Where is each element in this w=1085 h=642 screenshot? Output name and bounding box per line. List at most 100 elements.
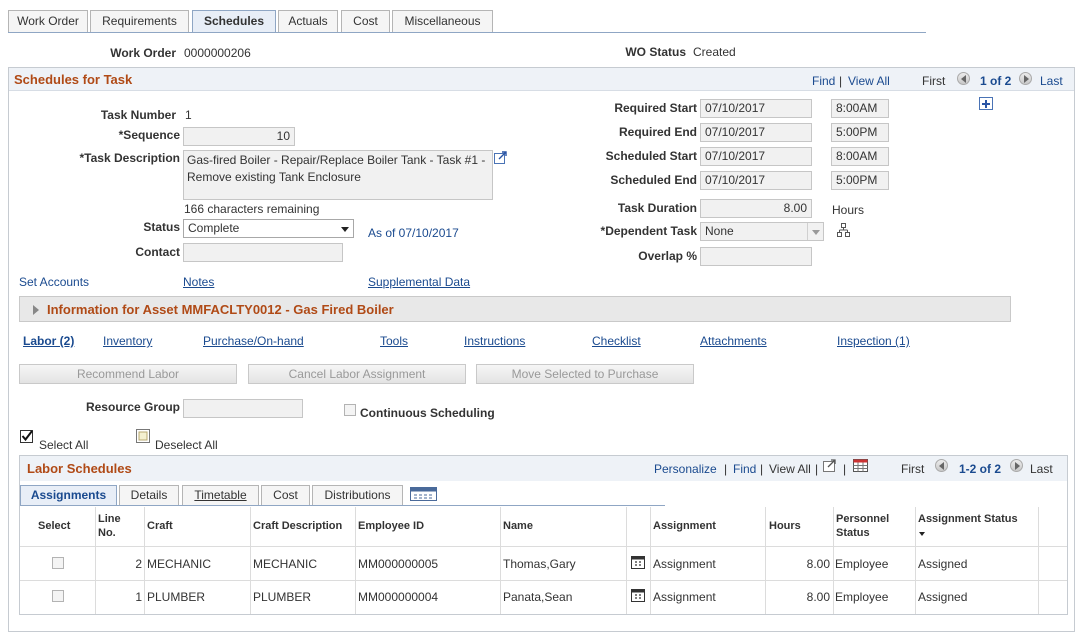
tab-schedules[interactable]: Schedules bbox=[192, 10, 276, 33]
grid-tab-distributions[interactable]: Distributions bbox=[312, 485, 403, 505]
tab-cost[interactable]: Cost bbox=[341, 10, 390, 32]
tab-requirements[interactable]: Requirements bbox=[90, 10, 189, 32]
next-arrow-icon[interactable] bbox=[1010, 459, 1023, 472]
row-select-checkbox[interactable] bbox=[52, 557, 64, 569]
first-label: First bbox=[922, 74, 946, 88]
expand-text-icon[interactable] bbox=[494, 151, 508, 164]
hours-cell: 8.00 bbox=[806, 590, 830, 604]
dependent-task-value: None bbox=[705, 224, 734, 238]
labor-link[interactable]: Labor (2) bbox=[23, 334, 74, 348]
contact-field[interactable] bbox=[183, 243, 343, 262]
select-all-icon[interactable] bbox=[20, 429, 36, 444]
grid-tab-cost[interactable]: Cost bbox=[261, 485, 310, 505]
instructions-link[interactable]: Instructions bbox=[464, 334, 525, 348]
grid-tab-assignments[interactable]: Assignments bbox=[20, 485, 117, 505]
dependent-task-dropdown[interactable]: None bbox=[700, 222, 824, 241]
find-link[interactable]: Find bbox=[812, 74, 835, 88]
scheduled-end-time[interactable]: 5:00PM bbox=[831, 171, 889, 190]
attachments-link[interactable]: Attachments bbox=[700, 334, 767, 348]
task-duration-field[interactable]: 8.00 bbox=[700, 199, 812, 218]
select-all-label[interactable]: Select All bbox=[39, 438, 88, 452]
column-personnel-status-1[interactable]: Personnel bbox=[836, 513, 889, 526]
sequence-field[interactable]: 10 bbox=[183, 127, 295, 146]
move-selected-to-purchase-button[interactable]: Move Selected to Purchase bbox=[476, 364, 694, 384]
recommend-labor-button[interactable]: Recommend Labor bbox=[19, 364, 237, 384]
supplemental-data-link[interactable]: Supplemental Data bbox=[368, 275, 470, 289]
add-row-icon[interactable] bbox=[979, 97, 993, 110]
wo-status-value: Created bbox=[693, 45, 736, 59]
column-craft[interactable]: Craft bbox=[147, 520, 173, 533]
scheduled-start-date[interactable]: 07/10/2017 bbox=[700, 147, 812, 166]
cancel-labor-assignment-button[interactable]: Cancel Labor Assignment bbox=[248, 364, 466, 384]
asset-info-bar[interactable]: Information for Asset MMFACLTY0012 - Gas… bbox=[19, 296, 1011, 322]
previous-arrow-icon[interactable] bbox=[957, 72, 970, 85]
status-value: Complete bbox=[188, 221, 240, 235]
continuous-scheduling-checkbox[interactable] bbox=[344, 404, 356, 416]
tab-work-order[interactable]: Work Order bbox=[8, 10, 88, 32]
inspection-link[interactable]: Inspection (1) bbox=[837, 334, 910, 348]
next-arrow-icon[interactable] bbox=[1019, 72, 1032, 85]
deselect-all-label[interactable]: Deselect All bbox=[155, 438, 218, 452]
column-name[interactable]: Name bbox=[503, 520, 533, 533]
show-all-columns-icon[interactable] bbox=[410, 487, 438, 502]
required-start-date[interactable]: 07/10/2017 bbox=[700, 99, 812, 118]
required-start-time[interactable]: 8:00AM bbox=[831, 99, 889, 118]
scheduled-end-date[interactable]: 07/10/2017 bbox=[700, 171, 812, 190]
separator: | bbox=[839, 74, 843, 88]
task-number-label: Task Number bbox=[100, 108, 176, 122]
column-personnel-status-2[interactable]: Status bbox=[836, 527, 870, 540]
sort-descending-icon[interactable] bbox=[919, 532, 925, 536]
deselect-all-icon[interactable] bbox=[136, 429, 151, 444]
column-assignment-status[interactable]: Assignment Status bbox=[918, 513, 1018, 526]
required-end-date[interactable]: 07/10/2017 bbox=[700, 123, 812, 142]
craft-description-cell: PLUMBER bbox=[253, 590, 312, 604]
view-all-link[interactable]: View All bbox=[769, 462, 811, 476]
first-label: First bbox=[901, 462, 925, 476]
notes-link[interactable]: Notes bbox=[183, 275, 214, 289]
column-craft-description[interactable]: Craft Description bbox=[253, 520, 342, 533]
collapse-arrow-icon[interactable] bbox=[33, 305, 39, 315]
column-hours[interactable]: Hours bbox=[769, 520, 801, 533]
column-employee-id[interactable]: Employee ID bbox=[358, 520, 424, 533]
column-divider bbox=[915, 507, 916, 614]
hierarchy-icon[interactable] bbox=[837, 223, 851, 237]
view-all-link[interactable]: View All bbox=[848, 74, 890, 88]
column-divider bbox=[1038, 507, 1039, 614]
row-divider bbox=[20, 580, 1067, 581]
column-select: Select bbox=[38, 520, 71, 532]
grid-tab-details[interactable]: Details bbox=[119, 485, 179, 505]
tab-actuals[interactable]: Actuals bbox=[278, 10, 338, 32]
task-description-field[interactable]: Gas-fired Boiler - Repair/Replace Boiler… bbox=[183, 150, 493, 200]
required-end-time[interactable]: 5:00PM bbox=[831, 123, 889, 142]
set-accounts-link[interactable]: Set Accounts bbox=[19, 275, 89, 289]
calendar-icon[interactable] bbox=[631, 555, 646, 570]
tools-link[interactable]: Tools bbox=[380, 334, 408, 348]
resource-group-field[interactable] bbox=[183, 399, 303, 418]
characters-remaining: 166 characters remaining bbox=[184, 202, 320, 216]
tab-bar-underline bbox=[8, 32, 926, 33]
inventory-link[interactable]: Inventory bbox=[103, 334, 152, 348]
download-grid-icon[interactable] bbox=[853, 459, 869, 473]
schedules-for-task-title: Schedules for Task bbox=[14, 72, 133, 87]
column-divider bbox=[500, 507, 501, 614]
scheduled-start-time[interactable]: 8:00AM bbox=[831, 147, 889, 166]
column-assignment[interactable]: Assignment bbox=[653, 520, 716, 533]
column-divider bbox=[355, 507, 356, 614]
last-link[interactable]: Last bbox=[1040, 74, 1063, 88]
as-of-date: As of 07/10/2017 bbox=[368, 226, 459, 240]
find-link[interactable]: Find bbox=[733, 462, 756, 476]
personalize-link[interactable]: Personalize bbox=[654, 462, 717, 476]
calendar-icon[interactable] bbox=[631, 588, 646, 603]
checklist-link[interactable]: Checklist bbox=[592, 334, 641, 348]
tab-miscellaneous[interactable]: Miscellaneous bbox=[392, 10, 493, 32]
grid-tab-timetable[interactable]: Timetable bbox=[182, 485, 259, 505]
status-dropdown[interactable]: Complete bbox=[183, 219, 354, 238]
overlap-field[interactable] bbox=[700, 247, 812, 266]
last-link[interactable]: Last bbox=[1030, 462, 1053, 476]
new-window-icon[interactable] bbox=[823, 459, 838, 473]
section-header-bar bbox=[9, 68, 1074, 91]
purchase-onhand-link[interactable]: Purchase/On-hand bbox=[203, 334, 304, 348]
row-select-checkbox[interactable] bbox=[52, 590, 64, 602]
dependent-task-label: *Dependent Task bbox=[600, 224, 697, 238]
previous-arrow-icon[interactable] bbox=[935, 459, 948, 472]
